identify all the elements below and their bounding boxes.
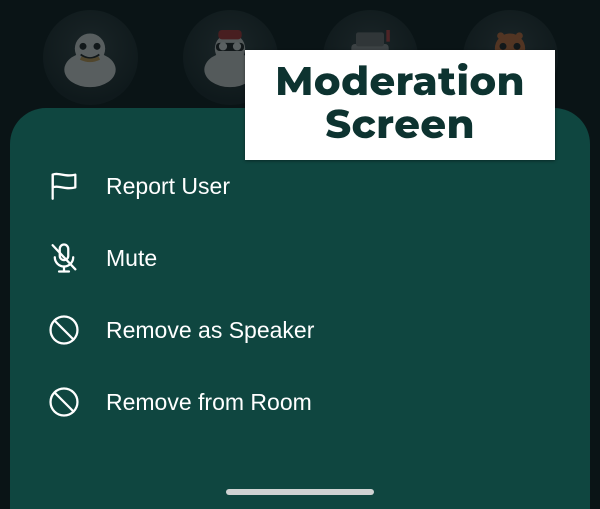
title-overlay: Moderation Screen bbox=[245, 50, 555, 160]
title-text: Moderation Screen bbox=[275, 60, 525, 146]
menu-item-mute[interactable]: Mute bbox=[10, 222, 590, 294]
menu-item-remove-from-room[interactable]: Remove from Room bbox=[10, 366, 590, 438]
block-icon bbox=[46, 384, 82, 420]
menu-item-remove-as-speaker[interactable]: Remove as Speaker bbox=[10, 294, 590, 366]
moderation-sheet: Report User Mute Remove as Speaker bbox=[10, 108, 590, 509]
home-indicator[interactable] bbox=[226, 489, 374, 495]
flag-icon bbox=[46, 168, 82, 204]
reddit-snoo-icon bbox=[55, 23, 125, 93]
menu-item-label: Remove as Speaker bbox=[106, 317, 314, 344]
menu-item-label: Report User bbox=[106, 173, 230, 200]
menu-item-report-user[interactable]: Report User bbox=[10, 150, 590, 222]
avatar bbox=[43, 10, 138, 105]
block-icon bbox=[46, 312, 82, 348]
menu-item-label: Mute bbox=[106, 245, 157, 272]
menu-item-label: Remove from Room bbox=[106, 389, 312, 416]
mute-microphone-icon bbox=[46, 240, 82, 276]
